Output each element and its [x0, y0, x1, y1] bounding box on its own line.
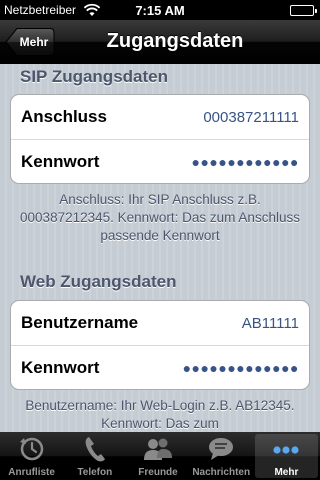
battery-icon — [290, 5, 317, 16]
web-kennwort-row[interactable]: Kennwort ●●●●●●●●●●●●● — [11, 345, 309, 389]
sip-section-header: SIP Zugangsdaten — [20, 67, 168, 86]
messages-icon — [205, 434, 237, 464]
tab-telefon-label: Telefon — [77, 467, 113, 478]
tab-telefon[interactable]: Telefon — [63, 432, 126, 480]
web-section-header: Web Zugangsdaten — [20, 272, 177, 291]
web-credentials-group: Benutzername AB11111 Kennwort ●●●●●●●●●●… — [10, 300, 310, 390]
friends-icon — [142, 434, 174, 464]
tab-freunde-label: Freunde — [138, 467, 178, 478]
web-benutzername-row[interactable]: Benutzername AB11111 — [11, 301, 309, 345]
tab-nachrichten-label: Nachrichten — [192, 467, 251, 478]
tab-nachrichten[interactable]: Nachrichten — [190, 432, 253, 480]
page-title: Zugangsdaten — [106, 30, 244, 52]
phone-icon — [79, 434, 111, 464]
sip-section-footer: Anschluss: Ihr SIP Anschluss z.B. 000387… — [20, 192, 300, 243]
status-bar: Netzbetreiber 7:15 AM — [0, 0, 320, 20]
tab-bar: Anrufliste Telefon Freunde Nachrichten M… — [0, 432, 320, 480]
tab-mehr[interactable]: Mehr — [254, 434, 319, 478]
web-kennwort-label: Kennwort — [21, 357, 100, 377]
tab-anrufliste-label: Anrufliste — [8, 467, 55, 478]
back-button[interactable]: Mehr — [5, 27, 55, 57]
sip-kennwort-value: ●●●●●●●●●●●● — [191, 153, 299, 170]
tab-freunde[interactable]: Freunde — [126, 432, 189, 480]
sip-anschluss-row[interactable]: Anschluss 000387211111 — [11, 95, 309, 139]
sip-credentials-group: Anschluss 000387211111 Kennwort ●●●●●●●●… — [10, 94, 310, 184]
web-benutzername-label: Benutzername — [21, 313, 139, 332]
web-benutzername-value: AB11111 — [241, 314, 299, 332]
back-button-label: Mehr — [19, 35, 49, 49]
sip-kennwort-label: Kennwort — [21, 151, 100, 171]
clock: 7:15 AM — [135, 3, 185, 18]
tab-anrufliste[interactable]: Anrufliste — [0, 432, 63, 480]
sip-anschluss-label: Anschluss — [21, 107, 107, 126]
sip-kennwort-row[interactable]: Kennwort ●●●●●●●●●●●● — [11, 139, 309, 183]
sip-anschluss-value: 000387211111 — [203, 108, 299, 126]
call-log-icon — [16, 434, 48, 464]
navigation-bar: Mehr Zugangsdaten — [0, 20, 320, 64]
tab-mehr-label: Mehr — [274, 467, 299, 478]
more-icon — [270, 436, 302, 464]
web-section-footer: Benutzername: Ihr Web-Login z.B. AB12345… — [25, 398, 295, 431]
web-kennwort-value: ●●●●●●●●●●●●● — [182, 359, 299, 376]
settings-scroll-view[interactable]: SIP Zugangsdaten Anschluss 000387211111 … — [0, 64, 320, 432]
